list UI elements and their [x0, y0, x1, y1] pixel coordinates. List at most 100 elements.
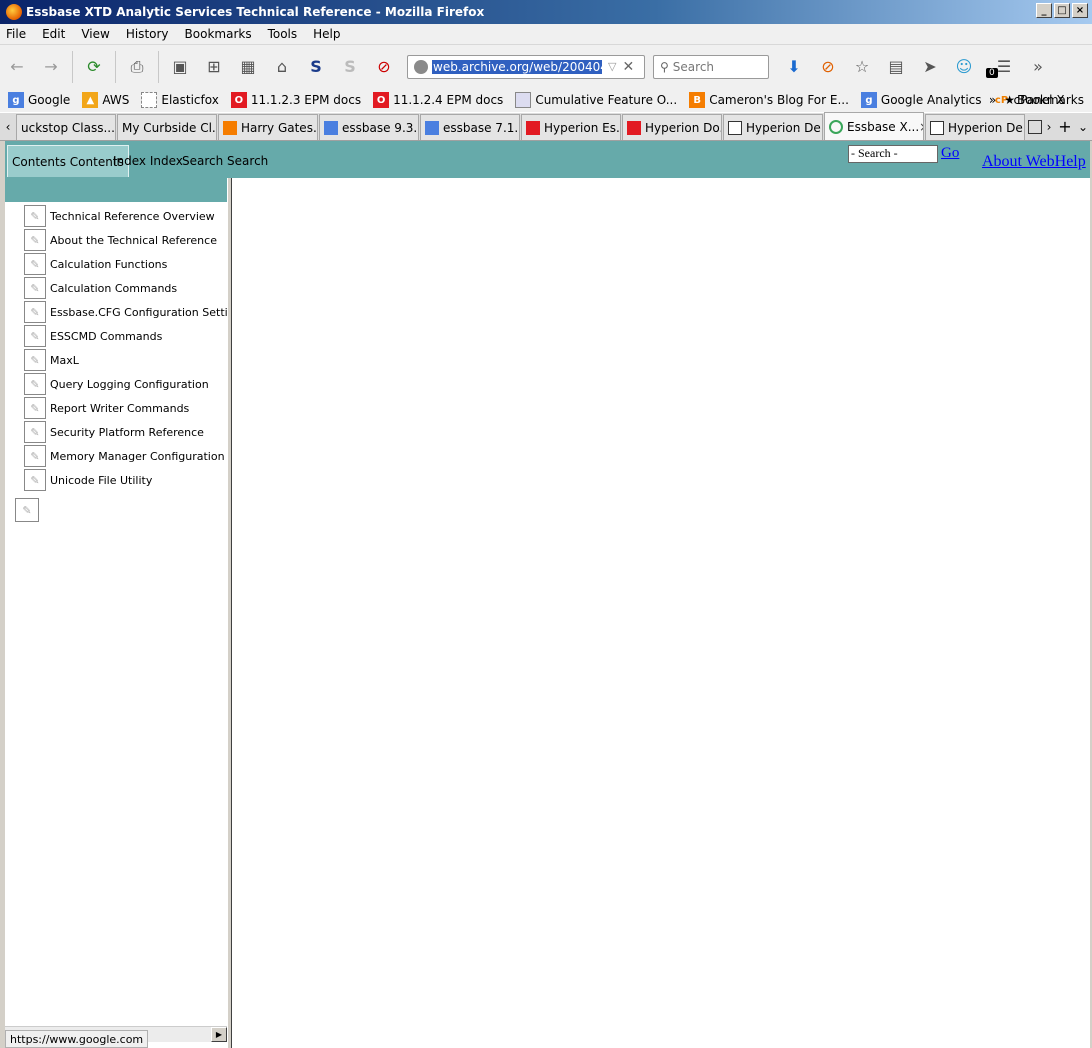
- tab-scroll-right-icon[interactable]: ›: [1042, 120, 1056, 134]
- tab-essbase-93[interactable]: essbase 9.3...: [319, 114, 419, 140]
- reading-list-icon[interactable]: ▤: [883, 54, 909, 80]
- about-webhelp-link[interactable]: About WebHelp: [982, 153, 1086, 171]
- toc-item[interactable]: ✎ Memory Manager Configuration: [24, 444, 225, 468]
- tab-essbase-x-active[interactable]: Essbase X... ×: [824, 112, 924, 140]
- globe-icon: [414, 59, 428, 74]
- content-frame: [232, 178, 1090, 1048]
- url-bar[interactable]: web.archive.org/web/20040430172 ▽ ✕: [407, 54, 645, 79]
- blocked-addon-icon[interactable]: ⊘: [815, 54, 841, 80]
- s-extension-icon[interactable]: S: [303, 54, 329, 80]
- bookmark-star-icon[interactable]: ☆: [849, 54, 875, 80]
- scroll-right-arrow-icon[interactable]: ▶: [211, 1027, 227, 1042]
- book-icon: ✎: [24, 373, 46, 395]
- toolbar-separator: [72, 50, 73, 83]
- print-icon[interactable]: ⎙: [124, 54, 150, 80]
- bookmarks-toolbar: g Google ▲ AWS Elasticfox O 11.1.2.3 EPM…: [0, 88, 1092, 112]
- toc-item[interactable]: ✎ Technical Reference Overview: [24, 204, 215, 228]
- toc-item[interactable]: ✎ Report Writer Commands: [24, 396, 189, 420]
- tab-hyperion-de-2[interactable]: Hyperion De...: [925, 114, 1025, 140]
- tab-close-icon[interactable]: ×: [919, 120, 923, 134]
- toc-item[interactable]: ✎ About the Technical Reference: [24, 228, 217, 252]
- new-tab-plus-icon[interactable]: ⊞: [201, 54, 227, 80]
- bookmark-aws[interactable]: ▲ AWS: [82, 92, 129, 108]
- google-icon: g: [8, 92, 24, 108]
- menu-file[interactable]: File: [6, 27, 26, 41]
- menu-edit[interactable]: Edit: [42, 27, 65, 41]
- toc-item[interactable]: ✎ Security Platform Reference: [24, 420, 204, 444]
- book-icon: ✎: [24, 253, 46, 275]
- tab-scroll-left-icon[interactable]: ‹: [0, 120, 16, 134]
- oracle-icon: O: [373, 92, 390, 108]
- page-icon: [515, 92, 532, 108]
- window-controls: _ □ ×: [1036, 3, 1088, 18]
- book-icon: ✎: [24, 469, 46, 491]
- tab-index[interactable]: Index Index: [113, 145, 183, 177]
- stop-loading-icon[interactable]: ✕: [622, 59, 634, 75]
- oracle-icon: [526, 120, 540, 135]
- tab-hyperion-do[interactable]: Hyperion Do...: [622, 114, 722, 140]
- toc-pane: ✎ Technical Reference Overview ✎ About the…: [5, 178, 247, 1026]
- tab-archive-partial-icon[interactable]: [1028, 119, 1042, 134]
- tab-essbase-71[interactable]: essbase 7.1...: [420, 114, 520, 140]
- google-icon: [324, 120, 338, 135]
- menu-tools[interactable]: Tools: [268, 27, 298, 41]
- toc-item[interactable]: ✎ Calculation Commands: [24, 276, 177, 300]
- bookmarks-menu-button[interactable]: Bookmarks: [1017, 93, 1084, 107]
- reload-addon-icon[interactable]: ⟳: [81, 54, 107, 80]
- toc-item[interactable]: ✎ Query Logging Configuration: [24, 372, 209, 396]
- bookmark-google-analytics[interactable]: g Google Analytics: [860, 92, 982, 108]
- go-link[interactable]: Go: [941, 145, 959, 162]
- send-icon[interactable]: ➤: [917, 54, 943, 80]
- ghostery-icon[interactable]: ☺: [951, 54, 977, 80]
- bookmark-camerons-blog[interactable]: B Cameron's Blog For E...: [689, 92, 849, 108]
- oracle-icon: [627, 120, 641, 135]
- book-icon: ✎: [24, 205, 46, 227]
- s-extension-disabled-icon[interactable]: S: [337, 54, 363, 80]
- book-icon: ✎: [24, 229, 46, 251]
- menu-bookmarks[interactable]: Bookmarks: [185, 27, 252, 41]
- search-box[interactable]: ⚲ Search: [653, 54, 769, 79]
- new-tab-icon[interactable]: +: [1056, 117, 1074, 136]
- tab-my-curbside[interactable]: My Curbside Cl...: [117, 114, 217, 140]
- window-icon[interactable]: ▣: [167, 54, 193, 80]
- forward-arrow-icon[interactable]: →: [38, 54, 64, 80]
- url-text[interactable]: web.archive.org/web/20040430172: [432, 59, 602, 74]
- grid-icon[interactable]: ▦: [235, 54, 261, 80]
- menu-history[interactable]: History: [126, 27, 169, 41]
- bookmark-elasticfox[interactable]: Elasticfox: [141, 92, 219, 108]
- bookmark-google[interactable]: g Google: [8, 92, 70, 108]
- bookmark-epm-docs-11123[interactable]: O 11.1.2.3 EPM docs: [230, 92, 361, 108]
- tab-contents[interactable]: Contents Contents: [7, 145, 129, 177]
- home-icon[interactable]: ⌂: [269, 54, 295, 80]
- google-icon: [425, 120, 439, 135]
- bookmark-cumulative-feature[interactable]: Cumulative Feature O...: [515, 92, 677, 108]
- toc-item[interactable]: ✎ Unicode File Utility: [24, 468, 152, 492]
- download-arrow-icon[interactable]: ⬇: [781, 54, 807, 80]
- loading-spinner-icon: [829, 119, 843, 134]
- minimize-button[interactable]: _: [1036, 3, 1052, 18]
- back-arrow-icon[interactable]: ←: [4, 54, 30, 80]
- tab-hyperion-es[interactable]: Hyperion Es...: [521, 114, 621, 140]
- no-script-icon[interactable]: ⊘: [371, 54, 397, 80]
- toc-item[interactable]: ✎ Essbase.CFG Configuration Settings: [24, 300, 247, 324]
- bookmark-epm-docs-11124[interactable]: O 11.1.2.4 EPM docs: [373, 92, 503, 108]
- tab-hyperion-de[interactable]: Hyperion De...: [723, 114, 823, 140]
- toc-item[interactable]: ✎ Calculation Functions: [24, 252, 167, 276]
- overflow-chevron-icon[interactable]: »: [1025, 54, 1051, 80]
- broken-image-icon: ✎: [15, 498, 39, 522]
- tab-list-chevron-icon[interactable]: ⌄: [1074, 120, 1092, 134]
- toc-item[interactable]: ✎ ESSCMD Commands: [24, 324, 162, 348]
- book-icon: ✎: [24, 445, 46, 467]
- webhelp-search-input[interactable]: - Search -: [848, 145, 938, 163]
- tab-harry-gates[interactable]: Harry Gates...: [218, 114, 318, 140]
- toc-item[interactable]: ✎ MaxL: [24, 348, 79, 372]
- menu-help[interactable]: Help: [313, 27, 340, 41]
- maximize-button[interactable]: □: [1054, 3, 1070, 18]
- tab-search[interactable]: Search Search: [182, 145, 268, 177]
- tab-uckstop[interactable]: uckstop Class...: [16, 114, 116, 140]
- window-title: Essbase XTD Analytic Services Technical …: [26, 5, 485, 19]
- close-window-button[interactable]: ×: [1072, 3, 1088, 18]
- bookmarks-overflow-button[interactable]: »: [989, 93, 996, 107]
- menu-view[interactable]: View: [81, 27, 109, 41]
- url-dropdown-icon[interactable]: ▽: [608, 60, 616, 73]
